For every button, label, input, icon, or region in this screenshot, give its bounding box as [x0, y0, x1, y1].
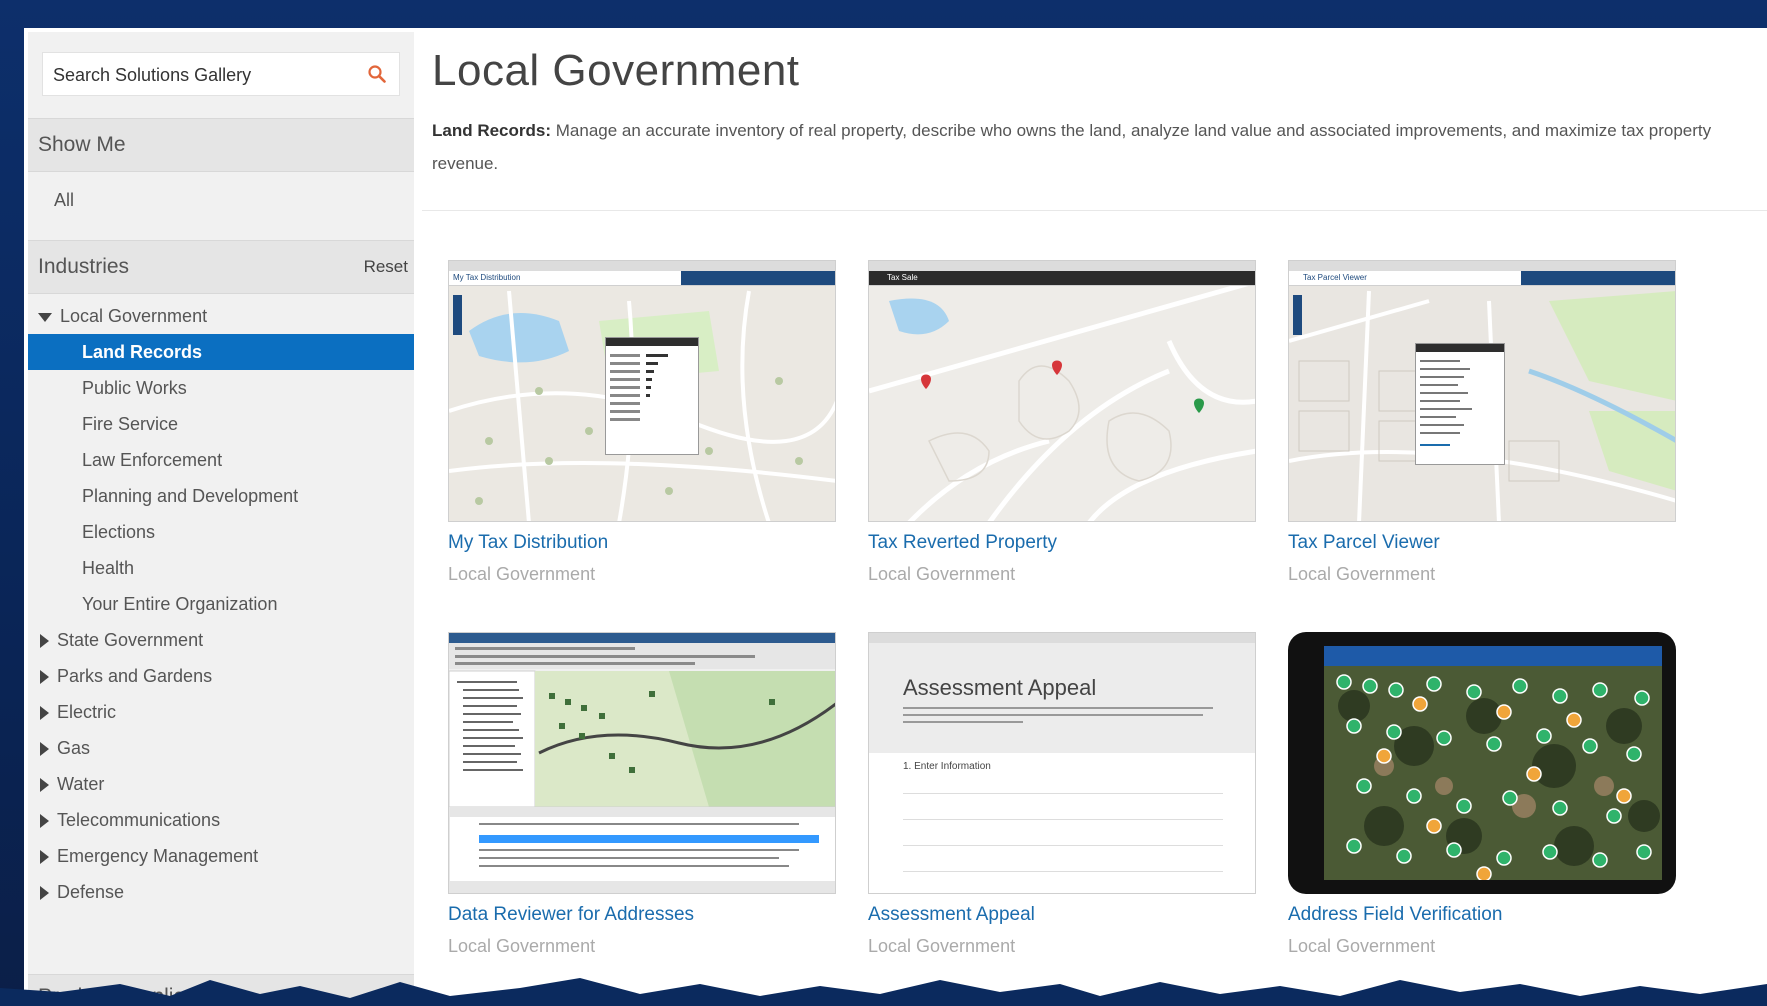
card-title[interactable]: Address Field Verification: [1288, 904, 1676, 926]
card-title[interactable]: Tax Reverted Property: [868, 532, 1256, 554]
tree-item-defense[interactable]: Defense: [28, 874, 414, 910]
sub-item-public-works[interactable]: Public Works: [28, 370, 414, 406]
tree-item-label: Electric: [57, 702, 117, 722]
sub-item-entire-organization[interactable]: Your Entire Organization: [28, 586, 414, 622]
caret-right-icon: [40, 850, 49, 865]
card-subtitle: Local Government: [1288, 564, 1436, 584]
tree-item-parks-gardens[interactable]: Parks and Gardens: [28, 658, 414, 694]
show-me-label: Show Me: [38, 133, 126, 156]
page-description: Land Records: Manage an accurate invento…: [432, 114, 1732, 180]
torn-edge-decoration: [0, 978, 1767, 1006]
app-header: My Tax Distribution: [449, 271, 835, 286]
card-thumbnail-tablet[interactable]: [1288, 632, 1676, 894]
tree-item-label: Defense: [57, 882, 125, 902]
form-intro-lines: [903, 707, 1213, 723]
tree-item-telecommunications[interactable]: Telecommunications: [28, 802, 414, 838]
tree-item-emergency-management[interactable]: Emergency Management: [28, 838, 414, 874]
industries-label: Industries: [38, 255, 130, 278]
caret-right-icon: [40, 814, 49, 829]
card-subtitle: Local Government: [448, 936, 596, 956]
card-title[interactable]: Data Reviewer for Addresses: [448, 904, 836, 926]
tree-item-label: Parks and Gardens: [57, 666, 213, 686]
sub-item-law-enforcement[interactable]: Law Enforcement: [28, 442, 414, 478]
card-subtitle: Local Government: [868, 936, 1016, 956]
solution-card[interactable]: My Tax Distribution My Tax Distribution …: [448, 260, 836, 585]
search-icon[interactable]: [367, 64, 387, 84]
aerial-imagery-graphic: [1324, 646, 1662, 880]
tree-item-electric[interactable]: Electric: [28, 694, 414, 730]
solution-card[interactable]: Tax Sale Tax Reverted Property Local Gov…: [868, 260, 1256, 585]
caret-right-icon: [40, 778, 49, 793]
card-subtitle: Local Government: [868, 564, 1016, 584]
popup-window: [605, 337, 699, 455]
form-field-line: [903, 857, 1223, 872]
caret-down-icon: [38, 312, 52, 322]
tree-item-local-government[interactable]: Local Government: [28, 298, 414, 334]
tree-item-label: Local Government: [60, 306, 208, 326]
solution-card[interactable]: Data Reviewer for Addresses Local Govern…: [448, 632, 836, 957]
divider: [422, 210, 1767, 211]
industries-header: Industries Reset: [28, 240, 414, 294]
tree-item-label: Telecommunications: [57, 810, 221, 830]
card-thumbnail-desktop[interactable]: [448, 632, 836, 894]
popup-window: [1415, 343, 1505, 465]
card-thumbnail-map[interactable]: My Tax Distribution: [448, 260, 836, 522]
tablet-screen: [1324, 646, 1662, 880]
tree-item-label: Water: [57, 774, 105, 794]
solution-card[interactable]: Address Field Verification Local Governm…: [1288, 632, 1676, 957]
card-title[interactable]: Assessment Appeal: [868, 904, 1256, 926]
sub-item-land-records[interactable]: Land Records: [28, 334, 414, 370]
tree-item-label: Emergency Management: [57, 846, 259, 866]
form-field-line: [903, 779, 1223, 794]
caret-right-icon: [40, 706, 49, 721]
description-term: Land Records:: [432, 121, 552, 140]
tablet-app-bar: [1324, 646, 1662, 666]
sub-item-health[interactable]: Health: [28, 550, 414, 586]
solution-card[interactable]: Tax Parcel Viewer Tax Parcel Viewer Loca…: [1288, 260, 1676, 585]
street-map-graphic: [869, 261, 1255, 521]
map-tools: [1293, 295, 1302, 335]
form-field-line: [903, 805, 1223, 820]
app-header: Tax Sale: [869, 271, 1255, 286]
tree-item-label: Gas: [57, 738, 91, 758]
sub-item-planning[interactable]: Planning and Development: [28, 478, 414, 514]
form-field-line: [903, 831, 1223, 846]
thumb-app-title: Tax Parcel Viewer: [1303, 273, 1367, 282]
tree-item-label: State Government: [57, 630, 204, 650]
card-thumbnail-form[interactable]: Assessment Appeal 1. Enter Information: [868, 632, 1256, 894]
tree-item-state-government[interactable]: State Government: [28, 622, 414, 658]
caret-right-icon: [40, 634, 49, 649]
card-subtitle: Local Government: [448, 564, 596, 584]
app-header: Tax Parcel Viewer: [1289, 271, 1675, 286]
page-title: Local Government: [432, 46, 800, 95]
description-text: Manage an accurate inventory of real pro…: [432, 121, 1712, 173]
card-title[interactable]: Tax Parcel Viewer: [1288, 532, 1676, 554]
tree-item-gas[interactable]: Gas: [28, 730, 414, 766]
caret-right-icon: [40, 742, 49, 757]
reset-link[interactable]: Reset: [364, 257, 408, 277]
card-thumbnail-map[interactable]: Tax Sale: [868, 260, 1256, 522]
desktop-app-graphic: [449, 633, 835, 893]
thumb-app-title: My Tax Distribution: [453, 273, 521, 282]
thumb-app-title: Tax Sale: [887, 273, 918, 282]
tablet-frame: [1288, 632, 1676, 894]
search-box[interactable]: [42, 52, 400, 97]
sub-item-fire-service[interactable]: Fire Service: [28, 406, 414, 442]
show-me-all[interactable]: All: [54, 190, 74, 211]
show-me-header[interactable]: Show Me: [28, 118, 414, 172]
solution-card[interactable]: Assessment Appeal 1. Enter Information A…: [868, 632, 1256, 957]
card-thumbnail-map[interactable]: Tax Parcel Viewer: [1288, 260, 1676, 522]
form-step-label: 1. Enter Information: [903, 761, 991, 772]
filter-sidebar: Show Me All Industries Reset Local Gover…: [28, 32, 414, 1006]
map-tools: [453, 295, 462, 335]
form-heading: Assessment Appeal: [903, 675, 1097, 700]
tree-item-water[interactable]: Water: [28, 766, 414, 802]
card-subtitle: Local Government: [1288, 936, 1436, 956]
caret-right-icon: [40, 886, 49, 901]
solutions-gallery-window: Show Me All Industries Reset Local Gover…: [24, 28, 1767, 1006]
card-title[interactable]: My Tax Distribution: [448, 532, 836, 554]
sub-item-elections[interactable]: Elections: [28, 514, 414, 550]
search-input[interactable]: [51, 53, 355, 97]
caret-right-icon: [40, 670, 49, 685]
